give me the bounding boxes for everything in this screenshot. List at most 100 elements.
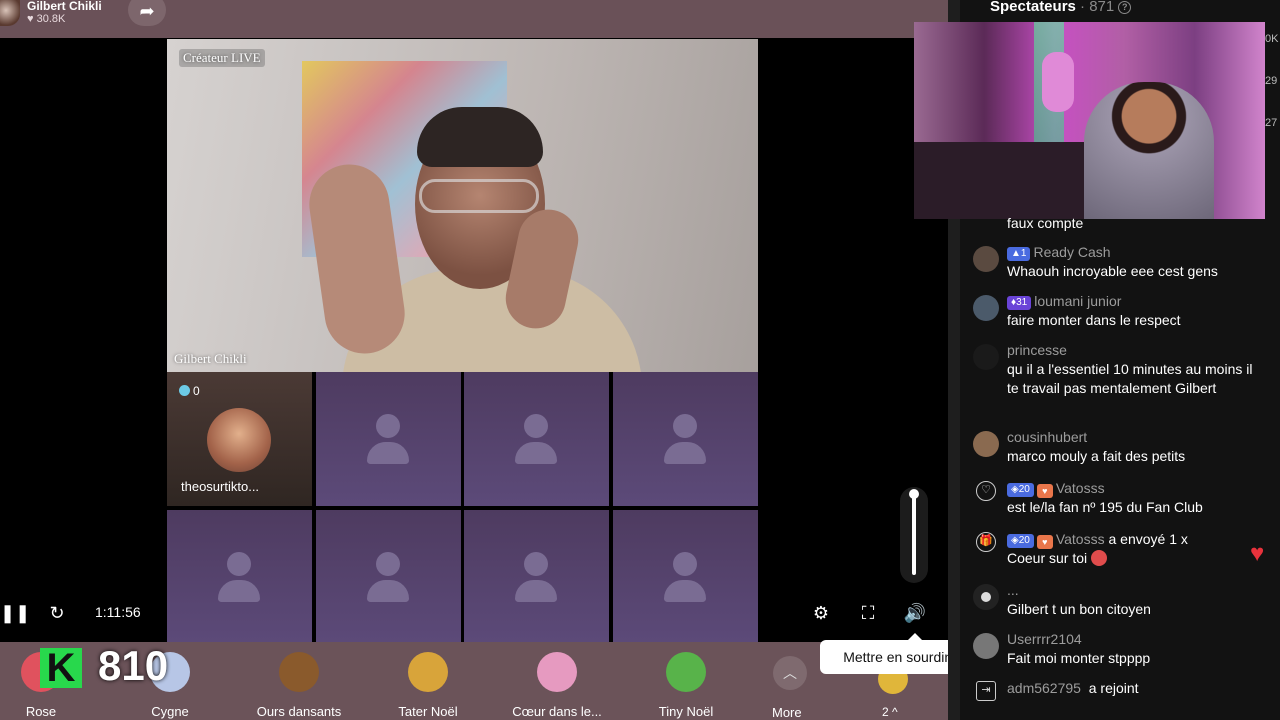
join-icon: ⇥ [976, 681, 996, 701]
chat-text: marco mouly a fait des petits [1007, 448, 1186, 464]
chat-username[interactable]: ... [1007, 582, 1019, 598]
refresh-icon: ↻ [49, 603, 65, 623]
person-placeholder-icon [218, 580, 260, 602]
empty-slot[interactable] [316, 510, 461, 644]
pause-icon: ❚❚ [0, 603, 31, 623]
pip-webcam[interactable] [914, 22, 1265, 219]
main-camera[interactable]: Créateur LIVE Gilbert Chikli [167, 39, 758, 372]
pause-button[interactable]: ❚❚ [0, 600, 30, 626]
like-heart-icon: ♥ [1250, 540, 1265, 567]
guest-score: 0 [179, 384, 200, 398]
speaker-icon: 🔊 [903, 603, 927, 623]
tater-icon [408, 652, 448, 692]
level-value: 1 [1020, 248, 1027, 259]
volume-slider[interactable] [900, 487, 928, 583]
share-icon: ➦ [139, 1, 155, 21]
elapsed-time: 1:11:56 [95, 604, 141, 620]
empty-slot[interactable] [613, 510, 758, 644]
level-badge: ♦31 [1007, 296, 1032, 310]
edge-label: 0K [1265, 33, 1279, 45]
avatar[interactable] [973, 295, 999, 321]
chat-text: qu il a l'essentiel 10 minutes au moins … [1007, 361, 1253, 396]
dino-icon [666, 652, 706, 692]
viewers-count: · 871 [1080, 0, 1115, 15]
avatar[interactable] [973, 431, 999, 457]
guest-grid: 0 theosurtikto... [167, 372, 758, 644]
chat-action: a rejoint [1088, 680, 1139, 696]
share-button[interactable]: ➦ [128, 0, 166, 26]
viewers-title: Spectateurs [990, 0, 1076, 15]
level-value: 20 [1018, 535, 1030, 546]
chat-username[interactable]: Userrrr2104 [1007, 631, 1082, 647]
refresh-button[interactable]: ↻ [44, 600, 70, 626]
gift-label: Ours dansants [256, 704, 342, 719]
level-badge: ◈20 [1007, 483, 1034, 497]
guest-avatar [207, 408, 271, 472]
more-gifts-button[interactable]: ︿ [773, 656, 807, 690]
gear-icon: ⚙ [812, 603, 830, 623]
help-icon[interactable]: ? [1118, 1, 1132, 14]
chat-text: est le/la fan nº 195 du Fan Club [1007, 499, 1203, 515]
chat-username[interactable]: Vatosss [1056, 480, 1105, 496]
person-placeholder-icon [673, 414, 697, 438]
person-placeholder-icon [515, 580, 557, 602]
level-badge: ▲1 [1007, 247, 1031, 261]
more-label: More [772, 705, 802, 720]
gift-label: Cœur dans le... [512, 704, 602, 719]
volume-knob[interactable] [909, 489, 919, 499]
chat-username[interactable]: Vatosss [1056, 531, 1105, 547]
avatar[interactable] [973, 246, 999, 272]
gift-item[interactable]: Tiny Noël [626, 646, 746, 719]
avatar[interactable] [973, 633, 999, 659]
glasses [419, 179, 539, 213]
chevron-up-icon: ︿ [783, 665, 797, 681]
edge-label: 27 [1265, 117, 1278, 129]
chat-text: Coeur sur toi [1007, 550, 1088, 566]
fullscreen-button[interactable]: ⛶ [855, 600, 881, 626]
overlay-number: 810 [98, 642, 169, 689]
mute-button[interactable]: 🔊 [901, 600, 929, 626]
person-placeholder-icon [664, 442, 706, 464]
person-placeholder-icon [376, 552, 400, 576]
chat-username[interactable]: Ready Cash [1033, 244, 1110, 260]
gift-item[interactable]: Ours dansants [239, 646, 359, 719]
edge-label: 29 [1265, 75, 1278, 87]
person-placeholder-icon [524, 552, 548, 576]
fan-badge-icon: ♥ [1036, 484, 1053, 498]
host-name[interactable]: Gilbert Chikli [27, 0, 102, 13]
gift-label: Tiny Noël [658, 704, 714, 719]
empty-slot[interactable] [613, 372, 758, 506]
avatar[interactable] [973, 344, 999, 370]
guest-slot[interactable]: 0 theosurtikto... [167, 372, 312, 506]
kick-logo: K [40, 648, 82, 688]
gift-item[interactable]: Tater Noël [368, 646, 488, 719]
pip-person [1084, 82, 1214, 219]
avatar[interactable] [973, 584, 999, 610]
fan-club-icon: ♡ [976, 481, 996, 501]
chat-text: Whaouh incroyable eee cest gens [1007, 263, 1218, 279]
main-cam-name: Gilbert Chikli [174, 351, 247, 366]
gift-label: Rose [25, 704, 57, 719]
empty-slot[interactable] [167, 510, 312, 644]
chat-username[interactable]: princesse [1007, 342, 1067, 358]
empty-slot[interactable] [464, 372, 609, 506]
creator-live-badge: Créateur LIVE [179, 49, 265, 67]
person-placeholder-icon [376, 414, 400, 438]
gift-item[interactable]: Cœur dans le... [497, 646, 617, 719]
gift-label: Tater Noël [398, 704, 458, 719]
person-placeholder-icon [367, 442, 409, 464]
level-value: 20 [1018, 484, 1030, 495]
empty-slot[interactable] [464, 510, 609, 644]
chat-text: faux compte [1007, 215, 1084, 231]
volume-track[interactable] [912, 495, 916, 575]
host-avatar[interactable] [0, 0, 20, 26]
chat-username[interactable]: adm562795 [1007, 680, 1081, 696]
fullscreen-icon: ⛶ [861, 603, 875, 623]
settings-button[interactable]: ⚙ [808, 600, 834, 626]
chat-username[interactable]: loumani junior [1034, 293, 1121, 309]
empty-slot[interactable] [316, 372, 461, 506]
person-placeholder-icon [367, 580, 409, 602]
chat-username[interactable]: cousinhubert [1007, 429, 1087, 445]
person-placeholder-icon [673, 552, 697, 576]
viewers-header[interactable]: Spectateurs · 871? [990, 0, 1132, 15]
